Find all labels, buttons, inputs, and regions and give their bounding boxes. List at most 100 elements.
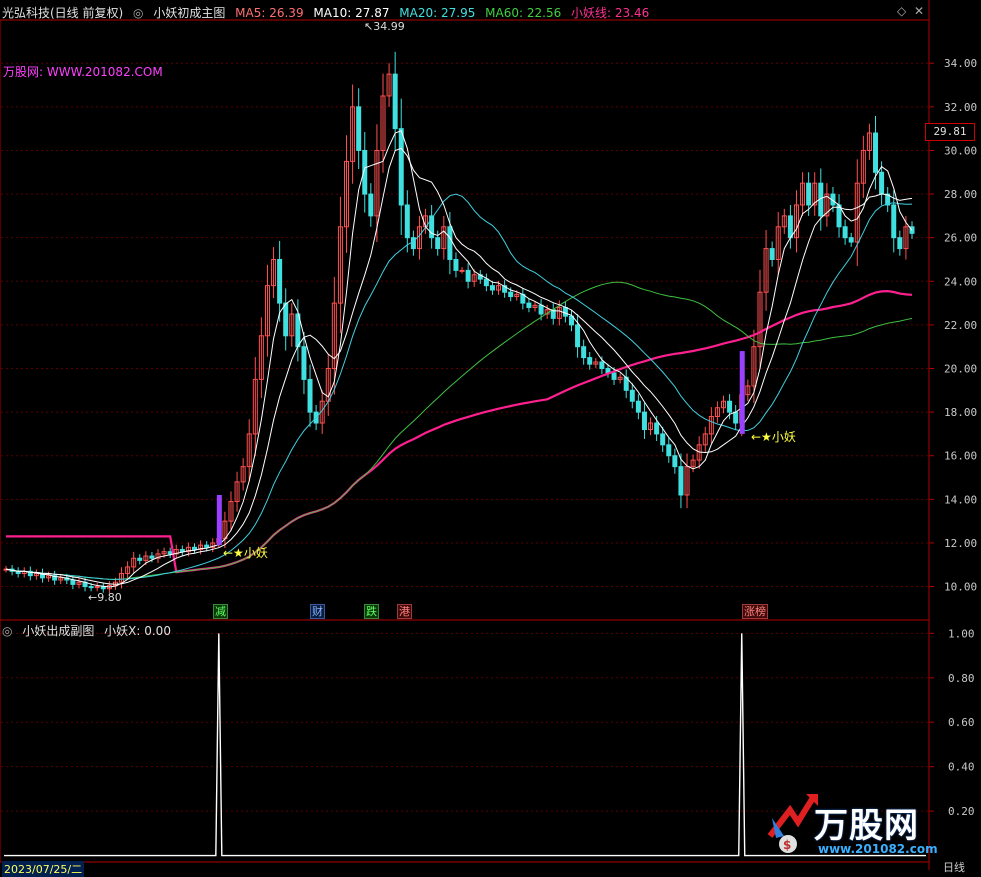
candle-body	[70, 579, 76, 585]
sub-y-tick-label: 0.60	[948, 716, 975, 729]
candle-body	[897, 237, 903, 250]
y-tick-label: 30.00	[944, 144, 977, 157]
candle-body	[307, 378, 313, 413]
candle-body	[611, 372, 617, 380]
candle-body	[581, 346, 587, 359]
stock-title[interactable]: 光弘科技(日线 前复权)	[2, 6, 123, 20]
candle-body	[149, 555, 155, 559]
y-tick-label: 16.00	[944, 450, 977, 463]
candle-body	[392, 73, 398, 130]
y-tick-label: 32.00	[944, 101, 977, 114]
signal-bar	[739, 351, 745, 434]
ma10-readout: MA10: 27.87	[313, 6, 390, 20]
event-tag-reduce[interactable]: 减	[213, 604, 228, 619]
candle-body	[666, 444, 672, 457]
candle-body	[787, 215, 793, 239]
candle-body	[483, 278, 489, 287]
ma5-readout: MA5: 26.39	[235, 6, 304, 20]
candle-body	[453, 258, 459, 271]
candle-body	[447, 226, 453, 260]
candle-body	[641, 411, 647, 431]
candle-body	[404, 204, 410, 239]
low-price-value: 9.80	[97, 591, 122, 604]
y-tick-label: 20.00	[944, 363, 977, 376]
candle-body	[891, 204, 897, 239]
bottom-date: 2023/07/25/二	[2, 861, 85, 877]
ma5-line	[5, 130, 913, 588]
candle-body	[489, 285, 495, 291]
signal-label-2: ←★小妖	[751, 430, 796, 444]
candle-body	[599, 361, 605, 370]
candle-body	[301, 346, 307, 380]
diamond-icon[interactable]: ◇	[897, 4, 906, 18]
sub-y-tick-label: 0.40	[948, 761, 975, 774]
sub-value-readout: 小妖X: 0.00	[104, 624, 171, 638]
candle-body	[575, 324, 581, 348]
candle-body	[398, 128, 404, 206]
candle-body	[587, 357, 593, 365]
ma20-readout: MA20: 27.95	[399, 6, 476, 20]
y-tick-label: 28.00	[944, 188, 977, 201]
candle-body	[368, 193, 374, 217]
candle-body	[654, 422, 660, 435]
main-chart[interactable]: 34.00 32.00 30.00 28.00 26.00 24.00 22.00 20.00…	[0, 0, 981, 870]
candle-body	[167, 551, 173, 555]
candle-body	[727, 400, 733, 413]
candle-body	[465, 269, 471, 282]
signal-bar	[216, 494, 222, 546]
close-icon[interactable]: ✕	[914, 4, 924, 18]
candle-body	[410, 237, 416, 250]
candle-body	[191, 546, 197, 550]
brand-watermark: $ 万股网 www.201082.com	[762, 788, 962, 858]
brand-url: www.201082.com	[818, 842, 938, 856]
y-tick-label: 26.00	[944, 232, 977, 245]
event-tag-finance[interactable]: 财	[310, 604, 325, 619]
event-tag-hk[interactable]: 港	[397, 604, 412, 619]
event-tag-fall[interactable]: 跌	[364, 604, 379, 619]
candle-body	[629, 389, 635, 402]
candle-body	[672, 455, 678, 468]
dropdown-icon[interactable]: ◎	[133, 6, 143, 20]
site-label: 万股网: WWW.201082.COM	[3, 65, 163, 79]
y-tick-label: 24.00	[944, 275, 977, 288]
high-price-value: 34.99	[373, 20, 405, 33]
ma10-line	[5, 147, 913, 585]
candle-body	[204, 544, 210, 548]
candle-body	[635, 400, 641, 413]
candle-body	[459, 269, 465, 272]
y-tick-label: 12.00	[944, 537, 977, 550]
signal-label-1: ←★小妖	[223, 546, 268, 560]
sub-formula-name[interactable]: 小妖出成副图	[22, 624, 94, 638]
y-tick-label: 18.00	[944, 406, 977, 419]
timeframe-label[interactable]: 日线	[943, 859, 965, 875]
candle-body	[733, 411, 739, 424]
candle-body	[660, 433, 666, 446]
low-price-label: ←9.80	[88, 591, 122, 604]
candle-body	[769, 248, 775, 260]
sub-header: ◎ 小妖出成副图 小妖X: 0.00	[2, 622, 177, 638]
candle-body	[356, 106, 362, 151]
event-tag-rank[interactable]: 涨榜	[742, 604, 768, 619]
candle-body	[842, 226, 848, 239]
sub-y-tick-label: 1.00	[948, 627, 975, 640]
candle-body	[435, 237, 441, 250]
main-header: 光弘科技(日线 前复权) ◎ 小妖初成主图 MA5: 26.39 MA10: 2…	[2, 4, 655, 20]
dropdown-icon[interactable]: ◎	[2, 624, 12, 638]
current-price-box: 29.81	[925, 123, 975, 141]
xiaoyao-readout: 小妖线: 23.46	[571, 6, 650, 20]
candle-body	[848, 237, 854, 243]
candle-body	[562, 306, 568, 317]
svg-text:$: $	[783, 838, 791, 852]
high-price-label: ↖34.99	[364, 20, 405, 33]
candle-body	[806, 182, 812, 206]
brand-name: 万股网	[814, 806, 919, 846]
candle-body	[678, 466, 684, 496]
main-panel-frame	[0, 19, 930, 621]
candle-body	[526, 302, 532, 308]
formula-name[interactable]: 小妖初成主图	[153, 6, 225, 20]
sub-y-tick-label: 0.80	[948, 672, 975, 685]
y-tick-label: 22.00	[944, 319, 977, 332]
y-tick-label: 14.00	[944, 493, 977, 506]
ma60-readout: MA60: 22.56	[485, 6, 562, 20]
candle-body	[873, 132, 879, 173]
